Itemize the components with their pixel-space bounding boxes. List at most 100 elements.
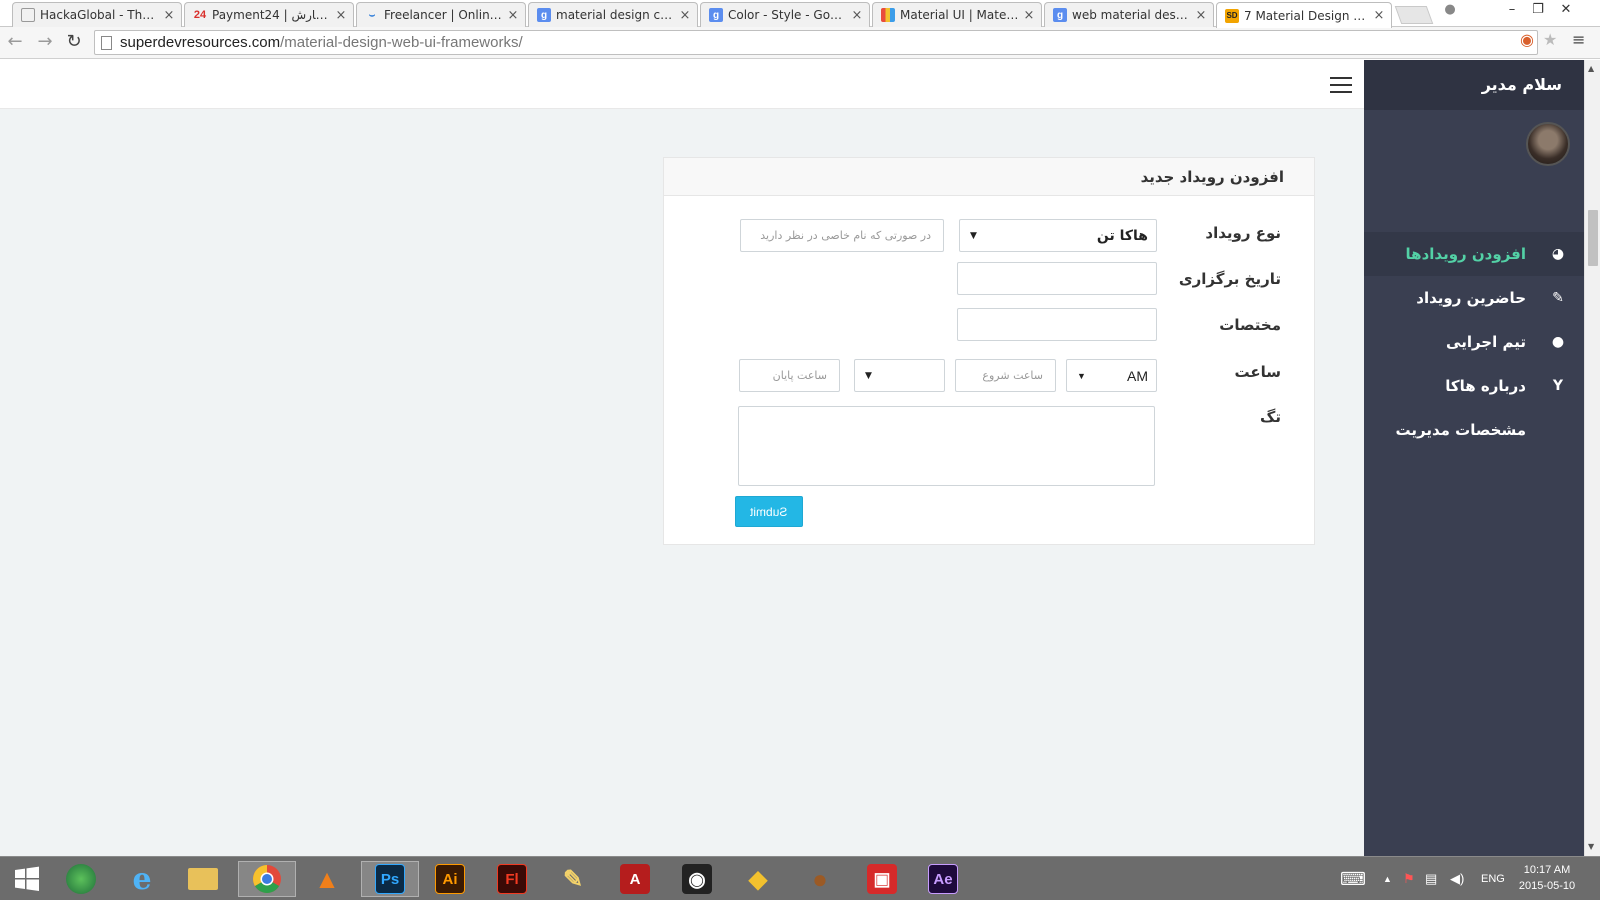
close-tab-icon[interactable]: × [507, 8, 519, 23]
tab-title: web material design - [1072, 8, 1191, 22]
materialui-icon [881, 8, 895, 22]
file-explorer-icon[interactable] [176, 861, 230, 897]
browser-tab[interactable]: HackaGlobal - The bigg × [12, 2, 182, 27]
date-input[interactable] [957, 262, 1157, 295]
ampm-select[interactable]: AM ▼ [1066, 359, 1157, 392]
page-icon [101, 35, 112, 50]
close-tab-icon[interactable]: × [679, 8, 691, 23]
sidebar-item-admin-profile[interactable]: مشخصات مدیریت [1364, 408, 1584, 452]
photoshop-icon[interactable]: Ps [361, 861, 419, 897]
google-icon: g [537, 8, 551, 22]
browser-tab[interactable]: g material design colors × [528, 2, 698, 27]
custom-name-input[interactable]: در صورتی که نام خاصی در نظر دارید [740, 219, 944, 252]
browser-tab[interactable]: 24 Payment24 | سفارش × [184, 2, 354, 27]
tab-title: Freelancer | Online Job [384, 8, 503, 22]
flash-icon[interactable]: Fl [485, 861, 539, 897]
close-tab-icon[interactable]: × [163, 8, 175, 23]
browser-tab[interactable]: Material UI | Material D × [872, 2, 1042, 27]
vlc-icon[interactable]: ▲ [300, 861, 354, 897]
tag-textarea[interactable] [738, 406, 1155, 486]
app-round-icon[interactable]: ● [793, 861, 847, 897]
page-scrollbar[interactable]: ▲ ▼ [1584, 60, 1600, 856]
sidebar-item-add-events[interactable]: ◕ افزودن رویدادها [1364, 232, 1584, 276]
internet-explorer-icon[interactable]: e [115, 861, 169, 897]
sidebar-item-team[interactable]: ● تیم اجرایی [1364, 320, 1584, 364]
illustrator-icon[interactable]: Ai [423, 861, 477, 897]
ampm-value: AM [1127, 367, 1148, 384]
url-host: superdevresources.com [120, 34, 281, 51]
back-icon[interactable]: ← [4, 31, 26, 53]
web-page: افزودن رویداد جدید نوع رویداد هاکا تن ▼ … [0, 60, 1600, 856]
browser-tab[interactable]: ⌣ Freelancer | Online Job × [356, 2, 526, 27]
chrome-icon[interactable] [238, 861, 296, 897]
scroll-down-icon[interactable]: ▼ [1588, 842, 1594, 851]
end-ampm-select[interactable]: ▼ [854, 359, 945, 392]
browser-tab[interactable]: g Color - Style - Google × [700, 2, 870, 27]
bookmark-star-icon[interactable]: ★ [1543, 30, 1557, 49]
after-effects-icon[interactable]: Ae [916, 861, 970, 897]
reload-icon[interactable]: ↻ [63, 31, 85, 53]
google-icon: g [1053, 8, 1067, 22]
browser-tab[interactable]: g web material design - × [1044, 2, 1214, 27]
end-time-input[interactable]: ساعت پایان [739, 359, 840, 392]
submit-button[interactable]: Submit [735, 496, 803, 527]
scrollbar-thumb[interactable] [1588, 210, 1598, 266]
tab-title: 7 Material Design Web [1244, 8, 1369, 23]
windows-start-icon[interactable] [0, 861, 54, 897]
sidebar-item-about[interactable]: Y درباره هاکا [1364, 364, 1584, 408]
close-tab-icon[interactable]: × [1023, 8, 1035, 23]
close-window-button[interactable]: ✕ [1552, 0, 1580, 22]
tag-label: تگ [1260, 408, 1281, 426]
globe-icon: ● [1551, 334, 1565, 350]
freelancer-icon: ⌣ [368, 9, 376, 21]
page-icon [21, 8, 35, 22]
menu-icon[interactable]: ≡ [1572, 30, 1585, 49]
app-color-icon[interactable]: ◆ [731, 861, 785, 897]
sidebar-item-label: مشخصات مدیریت [1395, 421, 1527, 439]
greeting: سلام مدیر [1364, 60, 1584, 110]
idm-icon[interactable] [54, 861, 108, 897]
close-tab-icon[interactable]: × [1195, 8, 1207, 23]
sidebar: سلام مدیر ◕ افزودن رویدادها ✎ حاضرین روی… [1364, 60, 1584, 856]
sketchup-icon[interactable]: ▣ [855, 861, 909, 897]
volume-icon[interactable]: ◀) [1450, 857, 1464, 900]
extension-icon[interactable]: ◉ [1520, 30, 1534, 49]
scroll-up-icon[interactable]: ▲ [1588, 64, 1594, 73]
language-indicator[interactable]: ENG [1481, 857, 1505, 900]
avatar[interactable] [1526, 122, 1570, 166]
close-tab-icon[interactable]: × [1373, 8, 1385, 23]
start-time-input[interactable]: ساعت شروع [955, 359, 1056, 392]
system-clock[interactable]: 10:17 AM 2015-05-10 [1514, 862, 1580, 894]
tab-title: Payment24 | سفارش [212, 8, 331, 22]
action-center-icon[interactable]: ⚑ [1403, 857, 1415, 900]
time-label: ساعت [1234, 363, 1281, 381]
top-bar [0, 60, 1364, 109]
sidebar-item-attendees[interactable]: ✎ حاضرین رویداد [1364, 276, 1584, 320]
google-icon: g [709, 8, 723, 22]
event-type-label: نوع رویداد [1205, 224, 1281, 242]
browser-tab-active[interactable]: SD 7 Material Design Web × [1216, 2, 1392, 28]
restore-button[interactable]: ❐ [1524, 0, 1552, 22]
show-hidden-icons-icon[interactable]: ▲ [1383, 857, 1392, 900]
address-bar[interactable]: superdevresources.com/material-design-we… [94, 30, 1538, 55]
network-icon[interactable]: ▤ [1425, 857, 1437, 900]
event-type-select[interactable]: هاکا تن ▼ [959, 219, 1157, 252]
autocad-icon[interactable]: A [608, 861, 662, 897]
browser-tab-strip: HackaGlobal - The bigg × 24 Payment24 | … [0, 0, 1600, 28]
close-tab-icon[interactable]: × [335, 8, 347, 23]
user-profile-icon[interactable]: ● [1436, 0, 1464, 22]
forward-icon[interactable]: → [34, 31, 56, 53]
hamburger-menu-icon[interactable] [1330, 77, 1352, 93]
close-tab-icon[interactable]: × [851, 8, 863, 23]
gavel-icon: ✎ [1552, 290, 1564, 306]
minimize-button[interactable]: – [1498, 0, 1526, 22]
browser-toolbar: ← → ↻ superdevresources.com/material-des… [0, 27, 1600, 59]
app-dark-icon[interactable]: ◉ [670, 861, 724, 897]
date-label: تاریخ برگزاری [1178, 270, 1281, 288]
brush-app-icon[interactable]: ✎ [546, 861, 600, 897]
keyboard-icon[interactable]: ⌨ [1340, 857, 1366, 900]
details-input[interactable] [957, 308, 1157, 341]
tab-title: HackaGlobal - The bigg [40, 8, 159, 22]
new-tab-button[interactable] [1394, 6, 1434, 24]
payment24-icon: 24 [193, 9, 207, 21]
